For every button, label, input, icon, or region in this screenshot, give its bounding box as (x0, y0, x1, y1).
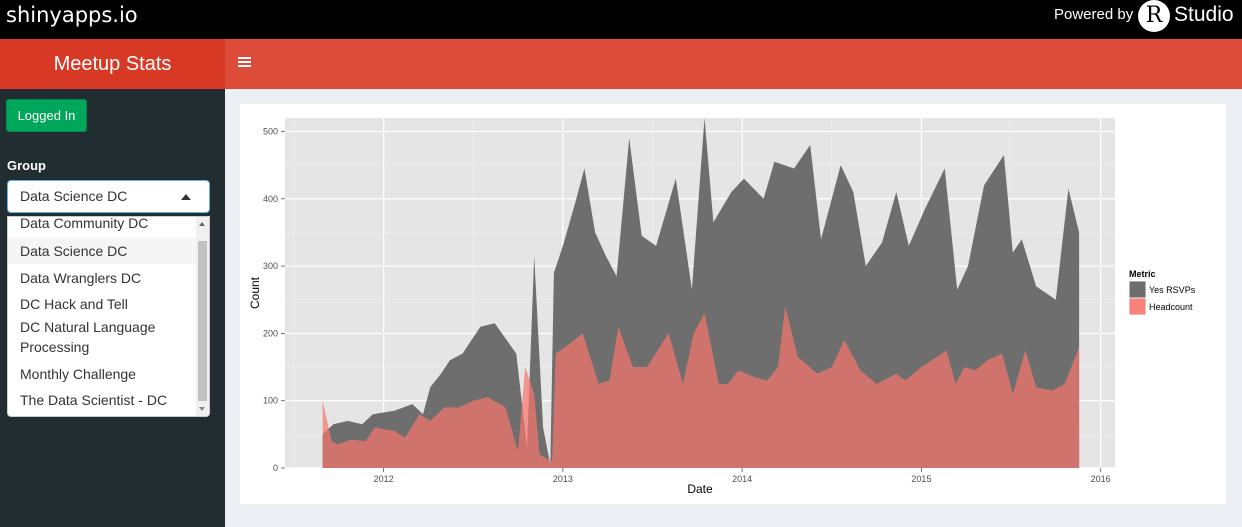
option-dc-hack-and-tell[interactable]: DC Hack and Tell (8, 291, 196, 317)
shinyapps-brand[interactable]: shinyapps.io (6, 3, 138, 27)
group-label: Group (7, 158, 46, 173)
y-axis-label: Count (248, 276, 262, 309)
option-data-wranglers-dc[interactable]: Data Wranglers DC (8, 265, 196, 291)
powered-by-label: Powered by (1054, 6, 1134, 23)
logged-in-button[interactable]: Logged In (6, 99, 87, 132)
y-tick-label: 0 (273, 463, 278, 473)
rstudio-label[interactable]: Studio (1174, 3, 1234, 27)
legend-title: Metric (1129, 269, 1156, 279)
scrollbar-thumb[interactable] (198, 241, 207, 401)
scroll-down-icon[interactable] (199, 407, 205, 411)
meetup-area-chart: 0 100 200 300 400 500 2012 2013 2014 2015 2016 Da… (248, 118, 1196, 496)
y-axis-ticks: 0 100 200 300 400 500 (263, 126, 285, 473)
x-tick-label: 2012 (374, 474, 394, 484)
app-title: Meetup Stats (0, 39, 225, 89)
group-dropdown: Data Community DC Data Science DC Data W… (7, 216, 210, 417)
main-content: 0 100 200 300 400 500 2012 2013 2014 2015 2016 Da… (225, 89, 1242, 527)
r-logo-icon[interactable]: R (1138, 0, 1170, 32)
y-tick-label: 500 (263, 126, 278, 136)
option-label-line-2: Processing (20, 339, 90, 355)
option-label-line-1: DC Natural Language (20, 319, 156, 335)
dropdown-scrollbar[interactable] (196, 217, 209, 416)
y-tick-label: 100 (263, 396, 278, 406)
x-tick-label: 2014 (732, 474, 752, 484)
legend-swatch (1129, 281, 1146, 298)
y-tick-label: 400 (263, 194, 278, 204)
option-data-community-dc[interactable]: Data Community DC (8, 217, 196, 233)
legend-label: Yes RSVPs (1149, 285, 1196, 295)
group-select-value[interactable]: Data Science DC (20, 188, 127, 204)
option-dc-natural-language-processing[interactable]: DC Natural Language Processing (8, 317, 196, 357)
option-the-data-scientist-dc[interactable]: The Data Scientist - DC (8, 387, 196, 413)
x-tick-label: 2016 (1091, 474, 1111, 484)
hamburger-icon[interactable] (238, 52, 252, 74)
x-axis-label: Date (687, 482, 713, 496)
option-monthly-challenge[interactable]: Monthly Challenge (8, 361, 196, 387)
caret-up-icon[interactable] (181, 194, 191, 200)
plot-container: 0 100 200 300 400 500 2012 2013 2014 2015 2016 Da… (240, 104, 1226, 504)
top-bar: shinyapps.io Powered by R Studio (0, 0, 1242, 39)
legend-swatch (1129, 298, 1146, 315)
app-header: Meetup Stats (0, 39, 1242, 89)
y-tick-label: 200 (263, 328, 278, 338)
group-select[interactable]: Data Science DC (7, 180, 210, 213)
legend: Metric Yes RSVPs Headcount (1129, 269, 1196, 315)
y-tick-label: 300 (263, 261, 278, 271)
legend-label: Headcount (1149, 302, 1193, 312)
x-tick-label: 2015 (911, 474, 931, 484)
sidebar: Logged In Group Data Science DC Data Com… (0, 89, 225, 527)
scroll-up-icon[interactable] (199, 222, 205, 226)
x-axis-ticks: 2012 2013 2014 2015 2016 (374, 468, 1111, 484)
option-data-science-dc[interactable]: Data Science DC (8, 238, 196, 264)
x-tick-label: 2013 (553, 474, 573, 484)
